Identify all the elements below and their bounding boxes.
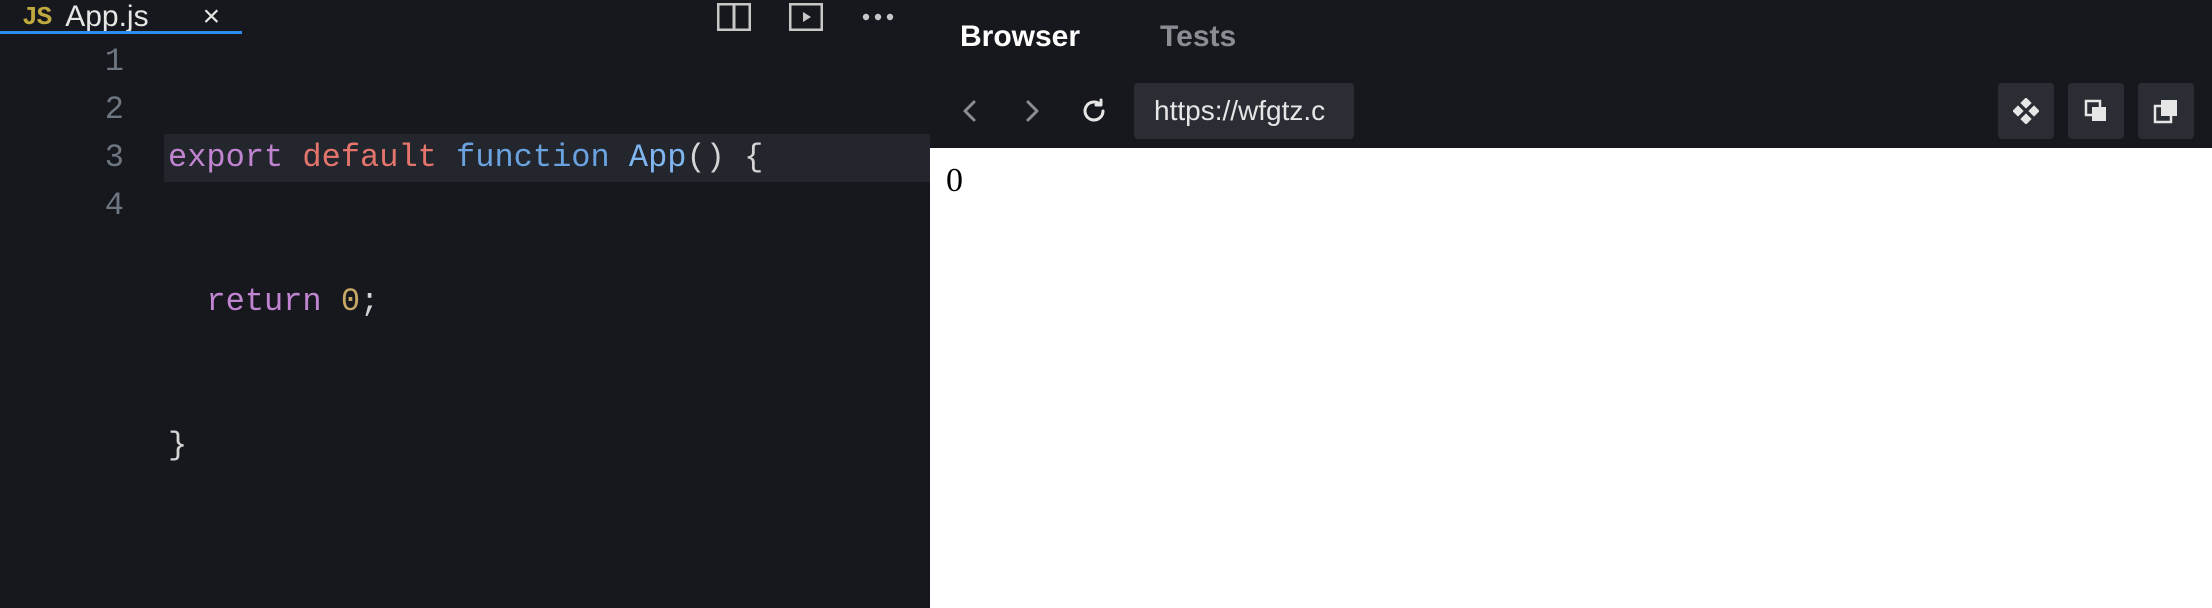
code-line[interactable]: return 0; [164, 278, 930, 326]
token-punc: } [168, 427, 187, 464]
token-number: 0 [341, 283, 360, 320]
codesandbox-icon[interactable] [1998, 83, 2054, 139]
code-content[interactable]: export default function App() { return 0… [164, 38, 930, 608]
editor-tab-appjs[interactable]: JS App.js × [0, 0, 242, 34]
editor-tabbar: JS App.js × [0, 0, 930, 34]
toolbar-right-buttons [1998, 83, 2194, 139]
editor-pane: JS App.js × 1 2 3 4 [0, 0, 930, 608]
code-line[interactable] [164, 566, 930, 608]
browser-toolbar: https://wfgtz.c [930, 74, 2212, 148]
tab-browser[interactable]: Browser [960, 20, 1080, 54]
line-number-gutter: 1 2 3 4 [0, 38, 164, 608]
tab-filename: App.js [65, 0, 148, 34]
token-keyword: default [302, 139, 436, 176]
nav-forward-icon[interactable] [1010, 89, 1054, 133]
more-actions-icon[interactable] [860, 2, 896, 32]
root: JS App.js × 1 2 3 4 [0, 0, 2212, 608]
nav-back-icon[interactable] [948, 89, 992, 133]
tabbar-spacer [242, 0, 706, 34]
preview-tabs: Browser Tests [930, 0, 2212, 74]
preview-icon[interactable] [788, 2, 824, 32]
token-keyword: function [456, 139, 610, 176]
preview-pane: Browser Tests https://wfgtz.c [930, 0, 2212, 608]
code-line[interactable]: } [164, 422, 930, 470]
browser-viewport[interactable]: 0 [930, 148, 2212, 608]
code-line[interactable]: export default function App() { [164, 134, 930, 182]
token-punc: ; [360, 283, 379, 320]
line-number: 4 [0, 182, 124, 230]
open-new-window-icon[interactable] [2138, 83, 2194, 139]
js-file-icon: JS [22, 2, 51, 32]
reload-icon[interactable] [1072, 89, 1116, 133]
token-punc: { [744, 139, 763, 176]
line-number: 2 [0, 86, 124, 134]
copy-icon[interactable] [2068, 83, 2124, 139]
rendered-output: 0 [946, 162, 963, 199]
tab-tests[interactable]: Tests [1160, 20, 1236, 54]
token-identifier: App [629, 139, 687, 176]
code-area[interactable]: 1 2 3 4 export default function App() { … [0, 34, 930, 608]
url-input[interactable]: https://wfgtz.c [1134, 83, 1354, 139]
line-number: 1 [0, 38, 124, 86]
token-keyword: export [168, 139, 283, 176]
line-number: 3 [0, 134, 124, 182]
editor-toolbar [706, 0, 930, 34]
close-tab-icon[interactable]: × [203, 2, 221, 32]
split-editor-icon[interactable] [716, 2, 752, 32]
token-punc: () [686, 139, 724, 176]
token-keyword: return [206, 283, 321, 320]
